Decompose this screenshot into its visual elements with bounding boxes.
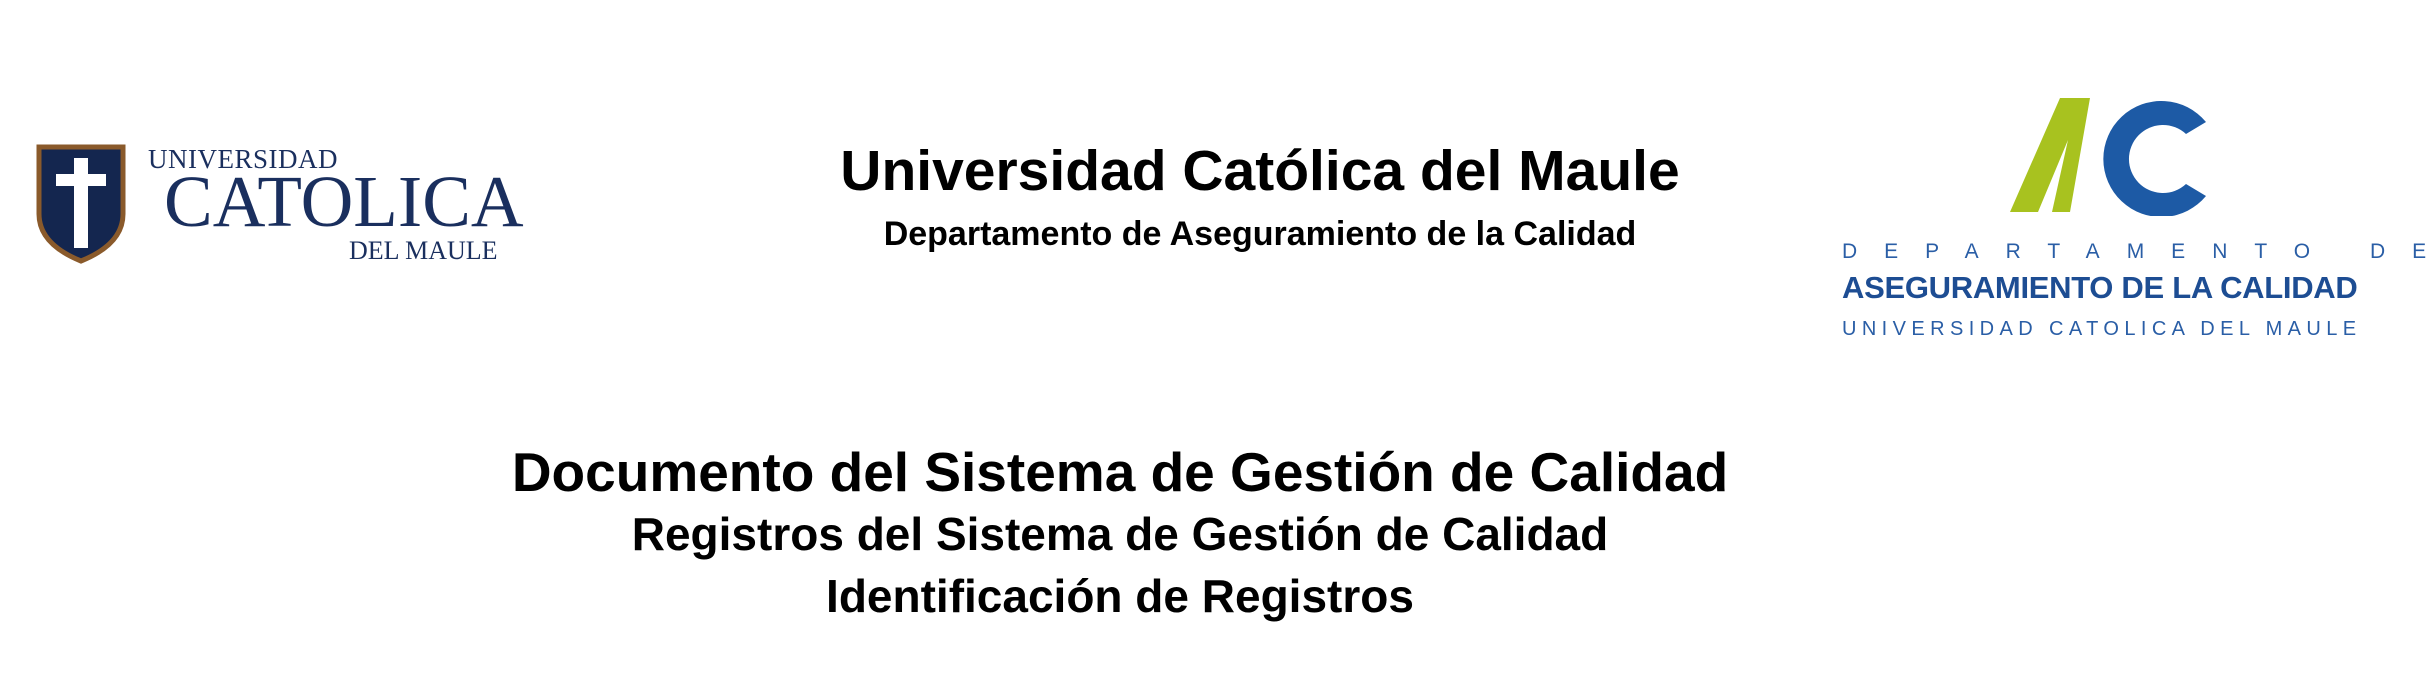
logo-text-departamento-de: DEPARTAMENTO DE <box>1842 240 2436 263</box>
header-block: Universidad Católica del Maule Departame… <box>580 140 1940 254</box>
document-subtitle: Registros del Sistema de Gestión de Cali… <box>631 508 1609 560</box>
document-title: Documento del Sistema de Gestión de Cali… <box>511 441 1729 503</box>
document-title-block: Documento del Sistema de Gestión de Cali… <box>380 442 1860 622</box>
ac-mark-icon <box>2010 98 2206 216</box>
logo-text-catolica: CATOLICA <box>164 161 524 242</box>
logo-text-aseguramiento: ASEGURAMIENTO DE LA CALIDAD <box>1842 270 2358 305</box>
shield-cross-icon <box>36 144 126 264</box>
page-title: Universidad Católica del Maule <box>840 139 1680 203</box>
university-logo: UNIVERSIDAD CATOLICA DEL MAULE <box>36 140 526 270</box>
document-page: UNIVERSIDAD CATOLICA DEL MAULE Universid… <box>0 0 2436 692</box>
page-subtitle: Departamento de Aseguramiento de la Cali… <box>883 215 1637 253</box>
logo-text-universidad-catolica: UNIVERSIDAD CATOLICA DEL MAULE <box>1842 318 2362 340</box>
document-section-title: Identificación de Registros <box>826 570 1414 622</box>
logo-text-del-maule: DEL MAULE <box>349 236 498 265</box>
department-logo: DEPARTAMENTO DE ASEGURAMIENTO DE LA CALI… <box>1790 80 2436 350</box>
